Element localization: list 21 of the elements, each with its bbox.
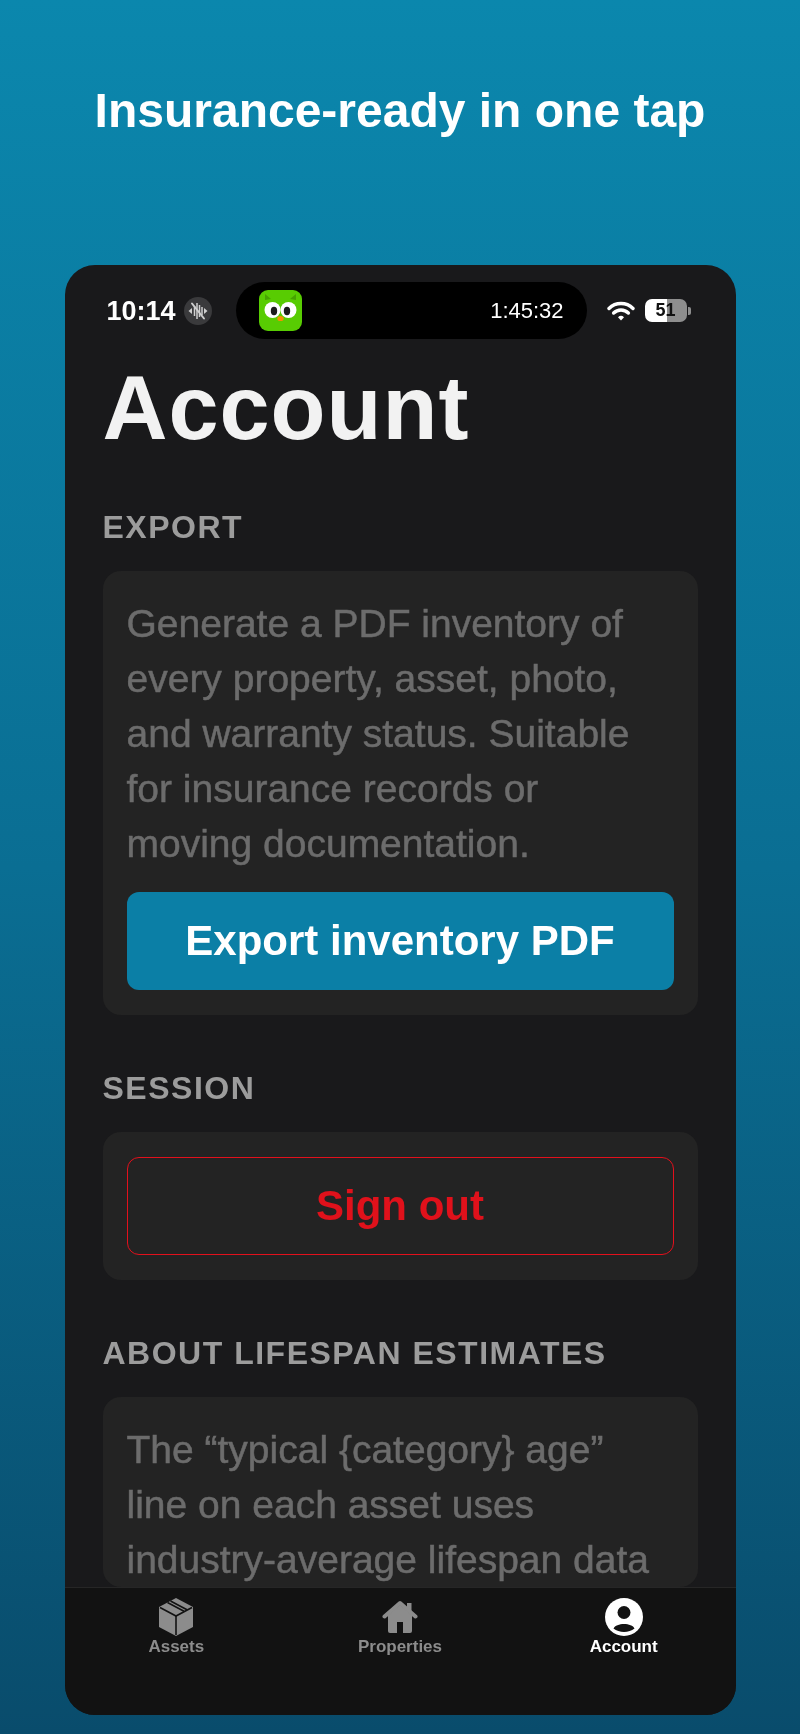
page-title: Account: [102, 363, 471, 453]
tab-item[interactable]: Properties: [357, 1588, 443, 1657]
battery-indicator: 51: [644, 299, 691, 322]
house-icon: [382, 1600, 418, 1634]
headline: Insurance-ready in one tap: [94, 83, 706, 139]
tab-item[interactable]: Account: [589, 1588, 658, 1657]
sign-out-button[interactable]: Sign out: [126, 1157, 674, 1255]
tab-item[interactable]: Assets: [148, 1588, 205, 1657]
card-description: Generate a PDF inventory of every property, asset, photo, and warranty status. Suitable for insurance records or moving documentation.: [126, 601, 631, 867]
card-description: The “typical {category} age” line on each asset uses industry-average lifespan data: [126, 1427, 650, 1583]
box-icon: [158, 1597, 195, 1637]
activity-timer: 1:45:32: [490, 297, 564, 324]
owl-app-icon: [258, 290, 302, 331]
status-time: 10:14: [106, 294, 176, 327]
export-button[interactable]: Export inventory PDF: [126, 892, 674, 990]
wifi-icon: [606, 299, 635, 322]
slashed-waveform-icon: [183, 296, 212, 325]
section-heading: ABOUT LIFESPAN ESTIMATES: [102, 1334, 608, 1372]
section-heading: SESSION: [102, 1069, 257, 1107]
section-heading: EXPORT: [102, 508, 245, 546]
account-icon: [604, 1598, 643, 1636]
